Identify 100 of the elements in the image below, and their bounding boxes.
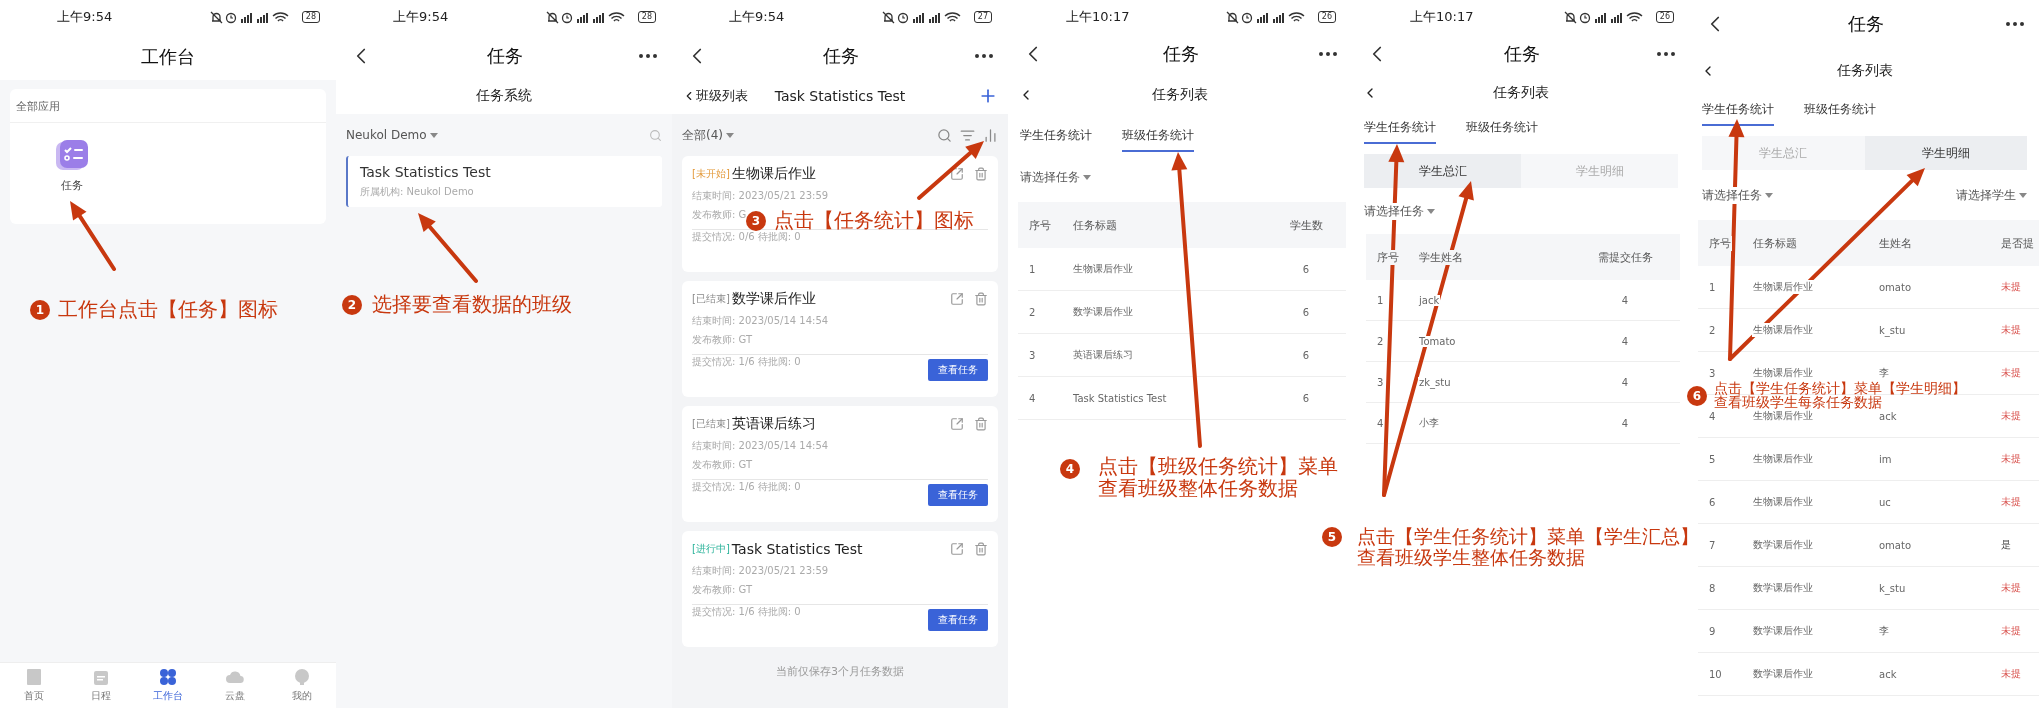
status-time: 上午10:17 <box>1410 8 1474 26</box>
table-cell: 6 <box>1301 349 1311 361</box>
table-cell: 未提 <box>2000 624 2022 638</box>
calendar-icon <box>91 668 110 686</box>
submission-status: 提交情况: 1/6 待批阅: 0 <box>692 355 801 369</box>
table-cell: 4 <box>1028 392 1037 404</box>
share-icon[interactable] <box>950 417 964 431</box>
table-cell: 生物课后作业 <box>1752 452 1814 466</box>
table-cell: 未提 <box>2000 452 2022 466</box>
table-cell: 5 <box>1708 453 1717 465</box>
filter-icon[interactable] <box>960 127 975 143</box>
teacher: 发布教师: GT <box>692 333 753 347</box>
table-cell: 李 <box>1878 366 1890 380</box>
subtitle: 任务列表 <box>1493 84 1549 102</box>
end-time: 结束时间: 2023/05/14 14:54 <box>692 439 829 453</box>
class-card[interactable]: Task Statistics Test 所属机构: Neukol Demo <box>346 156 662 207</box>
table-cell: 1 <box>1708 281 1717 293</box>
tab-bar-item[interactable]: 日程 <box>67 663 135 708</box>
table-cell: 6 <box>1708 496 1717 508</box>
column-header: 学生数 <box>1288 217 1324 233</box>
view-task-button[interactable]: 查看任务 <box>928 358 988 381</box>
column-header: 任务标题 <box>1072 217 1118 233</box>
submission-status: 提交情况: 1/6 待批阅: 0 <box>692 605 801 619</box>
tab-bar-item[interactable]: 首页 <box>0 663 68 708</box>
tab[interactable]: 班级任务统计 <box>1804 101 1876 126</box>
org-filter[interactable]: Neukol Demo <box>346 128 438 142</box>
table-cell: 2 <box>1028 306 1037 318</box>
caret-icon <box>1083 174 1091 180</box>
tab[interactable]: 班级任务统计 <box>1466 119 1538 144</box>
tab-bar-item[interactable]: 工作台 <box>134 663 202 708</box>
table-cell: 小李 <box>1418 416 1440 430</box>
end-time: 结束时间: 2023/05/21 23:59 <box>692 189 829 203</box>
trash-icon[interactable] <box>974 292 988 306</box>
status-filter[interactable]: 全部(4) <box>682 126 734 144</box>
tab[interactable]: 学生任务统计 <box>1364 119 1436 144</box>
share-icon[interactable] <box>950 167 964 181</box>
table-cell: omato <box>1878 539 1913 551</box>
annotation-text: 点击【学生任务统计】菜单【学生明细】 <box>1714 381 1966 395</box>
subtitle: 任务列表 <box>1836 62 1893 80</box>
segment-tab[interactable]: 学生总汇 <box>1364 154 1521 188</box>
segment-tab[interactable]: 学生明细 <box>1864 136 2027 170</box>
battery-indicator: 28 <box>637 11 656 23</box>
task-select[interactable]: 请选择任务 <box>1364 202 1435 220</box>
column-header: 任务标题 <box>1752 235 1798 251</box>
table-cell: 数学课后作业 <box>1752 624 1814 638</box>
teacher: 发布教师: GT <box>692 583 753 597</box>
table-cell: jack <box>1418 294 1441 306</box>
bar-chart-icon[interactable] <box>983 127 998 143</box>
trash-icon[interactable] <box>974 417 988 431</box>
status-time: 上午9:54 <box>57 8 113 26</box>
task-select[interactable]: 请选择任务 <box>1020 168 1091 186</box>
trash-icon[interactable] <box>974 542 988 556</box>
table-cell: Tomato <box>1418 335 1457 347</box>
submission-status: 提交情况: 0/6 待批阅: 0 <box>692 230 801 244</box>
table-cell: 8 <box>1708 582 1717 594</box>
status-tag: [未开始] <box>692 167 730 181</box>
tab-bar-item[interactable]: 我的 <box>268 663 336 708</box>
annotation-arrow <box>70 201 116 271</box>
app-label[interactable]: 任务 <box>61 178 83 193</box>
table-cell: 4 <box>1708 410 1717 422</box>
annotation-text: 工作台点击【任务】图标 <box>58 298 278 320</box>
task-list-icon[interactable] <box>56 140 88 172</box>
table-cell: 未提 <box>2000 323 2022 337</box>
status-tag: [进行中] <box>692 542 730 556</box>
table-cell: 6 <box>1301 306 1311 318</box>
table-cell: 未提 <box>2000 409 2022 423</box>
column-header: 生姓名 <box>1878 235 1913 251</box>
student-select[interactable]: 请选择学生 <box>1956 186 2027 204</box>
view-task-button[interactable]: 查看任务 <box>928 608 988 631</box>
tab-bar-item[interactable]: 云盘 <box>201 663 269 708</box>
share-icon[interactable] <box>950 292 964 306</box>
task-select[interactable]: 请选择任务 <box>1702 186 1773 204</box>
search-icon[interactable] <box>937 127 952 143</box>
caret-icon <box>1427 208 1435 214</box>
share-icon[interactable] <box>950 542 964 556</box>
subtitle: Task Statistics Test <box>774 88 906 104</box>
subtitle: 任务系统 <box>476 87 532 105</box>
view-task-button[interactable]: 查看任务 <box>928 483 988 506</box>
table-cell: 4 <box>1620 376 1630 388</box>
annotation-text: 查看班级学生每条任务数据 <box>1714 395 1883 409</box>
table-cell: 3 <box>1708 367 1717 379</box>
task-title: 数学课后作业 <box>731 290 817 308</box>
back-link[interactable]: 班级列表 <box>682 87 748 105</box>
table-cell: 未提 <box>2000 667 2022 681</box>
table-cell: 9 <box>1708 625 1717 637</box>
status-tag: [已结束] <box>692 292 730 306</box>
table-cell: 6 <box>1301 392 1311 404</box>
table-cell: 4 <box>1376 417 1385 429</box>
table-cell: 2 <box>1376 335 1385 347</box>
table-cell: 生物课后作业 <box>1752 280 1814 294</box>
table-cell: ack <box>1878 668 1898 680</box>
annotation-arrow <box>418 213 478 283</box>
tab[interactable]: 学生任务统计 <box>1020 127 1092 152</box>
annotation-text: 选择要查看数据的班级 <box>372 293 572 315</box>
tab[interactable]: 班级任务统计 <box>1122 127 1194 152</box>
trash-icon[interactable] <box>974 167 988 181</box>
task-title: 英语课后练习 <box>731 415 817 433</box>
caret-icon <box>429 132 438 138</box>
table-cell: 李 <box>1878 624 1890 638</box>
table-cell: 未提 <box>2000 581 2022 595</box>
